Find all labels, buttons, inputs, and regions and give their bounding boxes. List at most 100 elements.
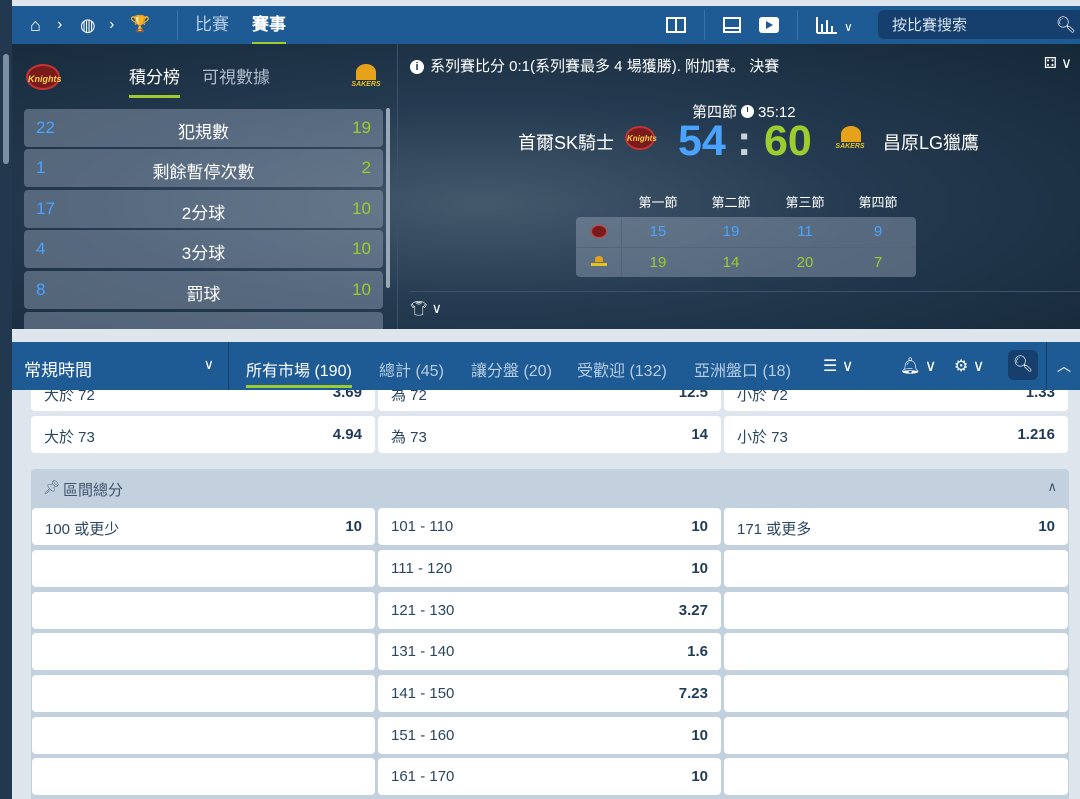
tab-matches[interactable]: 比賽 (195, 15, 229, 35)
nav-divider (177, 10, 178, 40)
stats-scrollbar[interactable] (386, 108, 390, 288)
breadcrumb-chevron-icon: › (57, 16, 63, 33)
collapse-icon[interactable]: ︿ (1046, 342, 1080, 390)
odds-cell[interactable]: 131 - 140 1.6 (378, 633, 721, 670)
odds-cell-empty (724, 758, 1068, 795)
away-team-logo: SAKERS (832, 126, 868, 156)
market-section-title: 區間總分 (63, 482, 124, 499)
basketball-icon[interactable]: ◍ (80, 15, 96, 35)
quarter-score-away: 19 (649, 254, 667, 271)
market-tab-bar: 常規時間 ∨ 所有市場 (190) 總計 (45) 讓分盤 (20) 受歡迎 (… (12, 342, 1080, 390)
tab-events[interactable]: 賽事 (252, 15, 286, 45)
nav-divider (797, 10, 798, 40)
search-icon[interactable]: 🔍︎ (1008, 350, 1038, 380)
odds-cell[interactable]: 141 - 150 7.23 (378, 675, 721, 712)
odds-cell[interactable]: 111 - 120 10 (378, 550, 721, 587)
odds-cell[interactable]: 161 - 170 10 (378, 758, 721, 795)
field-view-icon[interactable] (722, 15, 742, 35)
tab-all-markets[interactable]: 所有市場 (190) (246, 357, 352, 388)
quarter-score-away: 7 (873, 254, 883, 271)
away-team-name: 昌原LG獵鷹 (883, 133, 980, 153)
quarter-score-home: 11 (797, 223, 813, 240)
market-section-header[interactable]: 📌︎ 區間總分 ∧ (31, 469, 1069, 507)
odds-cell[interactable]: 小於 73 1.216 (724, 416, 1068, 453)
period-select[interactable]: 常規時間 ∨ (12, 342, 229, 390)
tab-totals[interactable]: 總計 (45) (379, 357, 444, 381)
quarter-header: 第一節 (638, 195, 678, 210)
odds-cell-empty (724, 592, 1068, 629)
tab-visual-data[interactable]: 可視數據 (202, 68, 270, 88)
away-team-logo: SAKERS (346, 64, 386, 94)
stat-row-two-pointers: 17 2分球 10 (24, 190, 383, 228)
tab-standings[interactable]: 積分榜 (129, 68, 180, 98)
gear-icon[interactable]: ⚙ ∨ (954, 356, 985, 376)
page-scrollbar-thumb[interactable] (3, 54, 9, 164)
away-score: 60 (764, 117, 812, 165)
quarter-score-home: 19 (722, 223, 740, 240)
odds-cell-empty (32, 675, 375, 712)
odds-cell-empty (724, 633, 1068, 670)
quarter-header: 第三節 (785, 195, 825, 210)
odds-cell[interactable]: 171 或更多 10 (724, 508, 1068, 545)
bell-icon[interactable]: 🔔︎ ∨ (900, 356, 936, 376)
odds-cell-empty (32, 758, 375, 795)
odds-cell-empty (32, 717, 375, 754)
odds-cell[interactable]: 大於 73 4.94 (31, 416, 375, 453)
nav-divider (704, 10, 705, 40)
odds-cell[interactable]: 小於 72 1.33 (724, 390, 1068, 411)
tab-asian-lines[interactable]: 亞洲盤口 (18) (694, 357, 791, 381)
quarter-score-table: 15 19 11 9 19 14 20 7 (576, 217, 916, 277)
match-search[interactable]: 🔍︎ (878, 10, 1080, 39)
odds-cell[interactable]: 為 73 14 (378, 416, 721, 453)
series-info: i 系列賽比分 0:1(系列賽最多 4 場獲勝). 附加賽。 決賽 (410, 55, 779, 76)
video-play-icon[interactable] (758, 15, 780, 35)
odds-cell[interactable]: 為 72 12.5 (378, 390, 721, 411)
scoreboard-view-icon[interactable] (666, 15, 686, 35)
score-separator: : (737, 117, 752, 165)
home-team-name: 首爾SK騎士 (518, 133, 615, 153)
stadium-icon[interactable]: ⚃ ∨ (1044, 54, 1072, 72)
chevron-down-icon[interactable]: ∨ (844, 17, 853, 37)
quarter-score-away: 20 (796, 254, 814, 271)
home-team-logo (591, 225, 607, 238)
chevron-down-icon: ∨ (203, 356, 214, 372)
odds-cell[interactable]: 121 - 130 3.27 (378, 592, 721, 629)
page: ⌂ › ◍ › 🏆 比賽 賽事 ∨ 🔍︎ Knights (0, 0, 1080, 799)
away-team-logo (591, 256, 607, 268)
breadcrumb-chevron-icon: › (109, 16, 115, 33)
scoreboard-divider (397, 44, 398, 329)
stat-row-fouls: 22 犯規數 19 (24, 109, 383, 147)
odds-cell[interactable]: 100 或更少 10 (32, 508, 375, 545)
scoreboard: Knights 積分榜 可視數據 SAKERS 22 犯規數 19 1 剩餘暫停… (12, 44, 1080, 329)
odds-cell-empty (724, 675, 1068, 712)
quarter-score-away: 14 (722, 254, 740, 271)
scoreboard-divider (410, 291, 1080, 292)
odds-cell[interactable]: 101 - 110 10 (378, 508, 721, 545)
tab-popular[interactable]: 受歡迎 (132) (577, 357, 667, 381)
odds-cell-empty (32, 633, 375, 670)
home-team-logo: Knights (625, 126, 657, 150)
stats-panel: Knights 積分榜 可視數據 SAKERS 22 犯規數 19 1 剩餘暫停… (12, 44, 397, 329)
odds-cell-empty (32, 550, 375, 587)
jersey-icon[interactable]: 👕︎ ∨ (410, 300, 442, 317)
odds-cell[interactable]: 大於 72 3.69 (31, 390, 375, 411)
home-team-logo: Knights (26, 64, 62, 90)
quarter-score-home: 15 (649, 223, 667, 240)
top-navigation: ⌂ › ◍ › 🏆 比賽 賽事 ∨ 🔍︎ (12, 6, 1080, 45)
search-icon[interactable]: 🔍︎ (1056, 15, 1076, 35)
home-icon[interactable]: ⌂ (30, 15, 41, 35)
page-scrollbar[interactable] (0, 0, 12, 799)
tab-handicap[interactable]: 讓分盤 (20) (471, 357, 552, 381)
odds-cell[interactable]: 151 - 160 10 (378, 717, 721, 754)
market-list-icon[interactable]: ☰ ∨ (823, 356, 854, 376)
match-search-input[interactable] (890, 14, 1054, 36)
quarter-score-home: 9 (873, 223, 883, 240)
chevron-up-icon[interactable]: ∧ (1047, 479, 1057, 495)
trophy-icon[interactable]: 🏆 (130, 15, 150, 35)
stat-row-three-pointers: 4 3分球 10 (24, 230, 383, 268)
info-icon: i (410, 60, 424, 74)
pin-icon[interactable]: 📌︎ (43, 479, 61, 496)
stat-row-partial (24, 312, 383, 329)
quarter-header: 第二節 (711, 195, 751, 210)
statistics-chart-icon[interactable] (815, 15, 839, 35)
